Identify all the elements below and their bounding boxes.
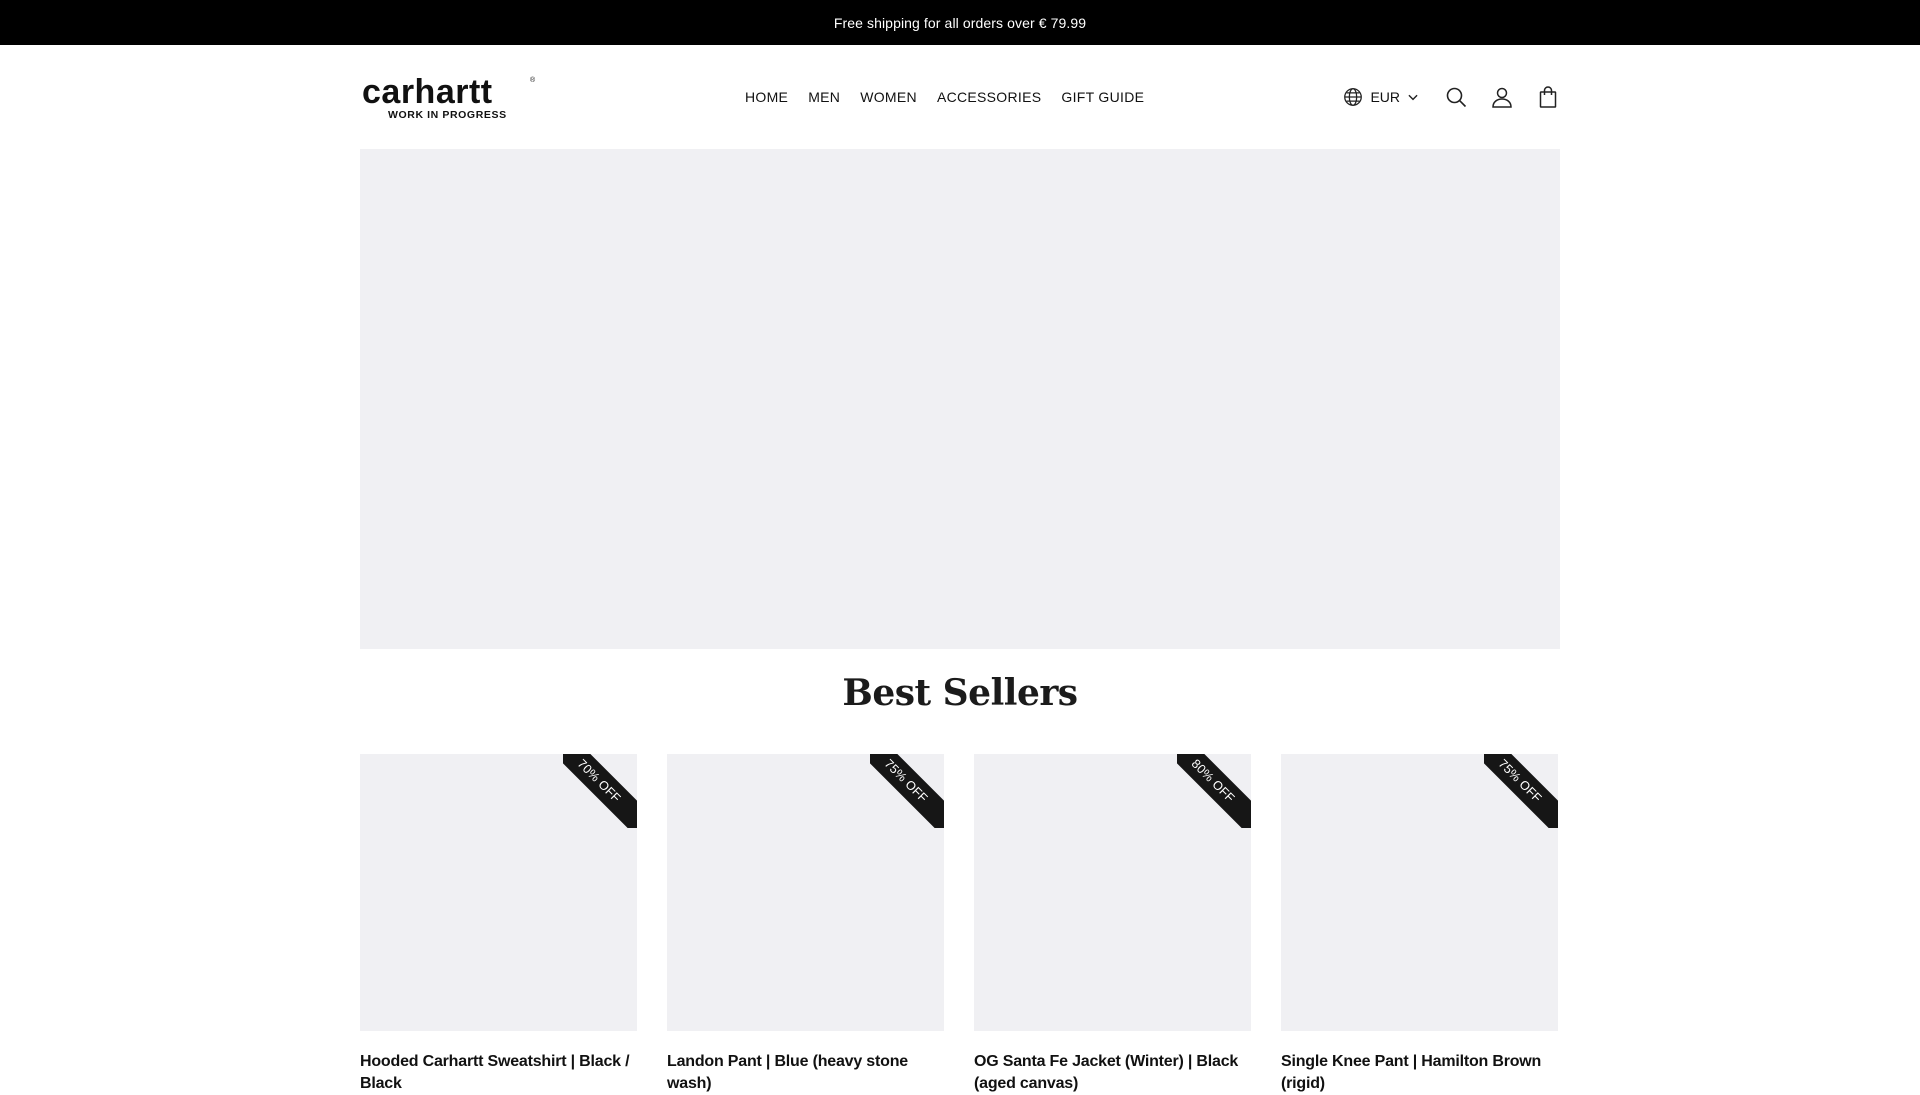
- nav-item-home[interactable]: HOME: [745, 89, 788, 105]
- nav-item-gift-guide[interactable]: GIFT GUIDE: [1061, 89, 1144, 105]
- discount-badge: 70% OFF: [563, 754, 637, 828]
- discount-badge: 75% OFF: [870, 754, 944, 828]
- product-title[interactable]: OG Santa Fe Jacket (Winter) | Black (age…: [974, 1051, 1251, 1095]
- discount-ribbon: 80% OFF: [1177, 754, 1251, 828]
- product-grid: 70% OFF Hooded Carhartt Sweatshirt | Bla…: [360, 754, 1560, 1095]
- product-image[interactable]: 80% OFF: [974, 754, 1251, 1031]
- discount-ribbon: 75% OFF: [870, 754, 944, 828]
- announcement-text: Free shipping for all orders over € 79.9…: [833, 14, 1087, 31]
- announcement-bar: Free shipping for all orders over € 79.9…: [0, 0, 1920, 45]
- product-card[interactable]: 70% OFF Hooded Carhartt Sweatshirt | Bla…: [360, 754, 637, 1095]
- account-icon[interactable]: [1490, 85, 1514, 109]
- product-image[interactable]: 70% OFF: [360, 754, 637, 1031]
- discount-ribbon: 70% OFF: [563, 754, 637, 828]
- product-card[interactable]: 75% OFF Single Knee Pant | Hamilton Brow…: [1281, 754, 1558, 1095]
- logo-trademark: ®: [530, 77, 536, 84]
- currency-selector[interactable]: EUR: [1342, 86, 1420, 108]
- product-image[interactable]: 75% OFF: [1281, 754, 1558, 1031]
- nav-item-men[interactable]: MEN: [808, 89, 840, 105]
- currency-label: EUR: [1370, 89, 1400, 105]
- site-header: carhartt ® WORK IN PROGRESS HOME MEN WOM…: [360, 45, 1560, 149]
- main-nav: HOME MEN WOMEN ACCESSORIES GIFT GUIDE: [745, 89, 1144, 105]
- product-title[interactable]: Hooded Carhartt Sweatshirt | Black / Bla…: [360, 1051, 637, 1095]
- discount-ribbon: 75% OFF: [1484, 754, 1558, 828]
- cart-bag-icon[interactable]: [1536, 85, 1560, 109]
- nav-item-accessories[interactable]: ACCESSORIES: [937, 89, 1041, 105]
- product-card[interactable]: 75% OFF Landon Pant | Blue (heavy stone …: [667, 754, 944, 1095]
- search-icon[interactable]: [1444, 85, 1468, 109]
- brand-logo[interactable]: carhartt ® WORK IN PROGRESS: [362, 73, 542, 121]
- discount-badge: 75% OFF: [1484, 754, 1558, 828]
- product-image[interactable]: 75% OFF: [667, 754, 944, 1031]
- header-tools: EUR: [1342, 83, 1560, 111]
- hero-banner-placeholder[interactable]: [360, 149, 1560, 649]
- product-title[interactable]: Landon Pant | Blue (heavy stone wash): [667, 1051, 944, 1095]
- chevron-down-icon: [1408, 94, 1418, 101]
- logo-wordmark: carhartt: [362, 73, 493, 111]
- logo-tagline: WORK IN PROGRESS: [388, 109, 507, 121]
- discount-badge: 80% OFF: [1177, 754, 1251, 828]
- globe-icon: [1344, 88, 1363, 106]
- section-title-best-sellers: Best Sellers: [842, 672, 1078, 714]
- nav-item-women[interactable]: WOMEN: [860, 89, 917, 105]
- product-card[interactable]: 80% OFF OG Santa Fe Jacket (Winter) | Bl…: [974, 754, 1251, 1095]
- product-title[interactable]: Single Knee Pant | Hamilton Brown (rigid…: [1281, 1051, 1558, 1095]
